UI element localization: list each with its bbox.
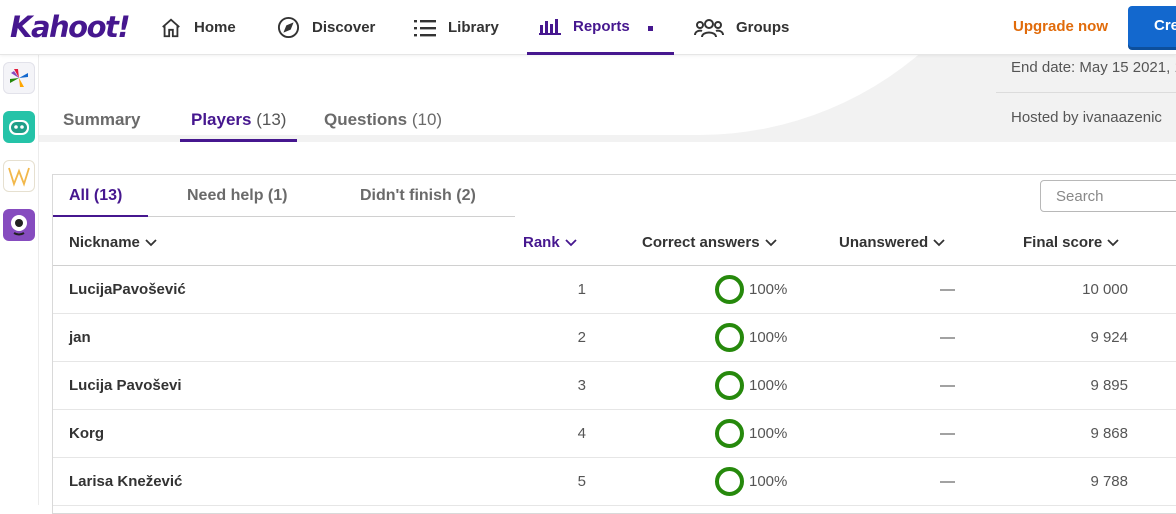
player-rank: 3	[577, 377, 586, 394]
player-nickname: Larisa Knežević	[69, 473, 183, 490]
nav-groups-label: Groups	[736, 19, 790, 36]
table-header: Nickname Rank Correct answers Unanswered…	[53, 219, 1176, 266]
col-score-label: Final score	[1023, 234, 1103, 251]
tab-summary[interactable]: Summary	[63, 110, 140, 130]
player-filter-tabs: All (13) Need help (1) Didn't finish (2)	[53, 175, 515, 217]
nav-discover[interactable]: Discover	[277, 0, 375, 55]
correct-percent: 100%	[749, 425, 788, 442]
player-rank: 4	[577, 425, 586, 442]
kahoot-logo[interactable]: Kahoot!	[10, 10, 131, 44]
col-correct-answers[interactable]: Correct answers	[642, 234, 777, 251]
nav-reports-label: Reports	[573, 17, 630, 35]
correct-ring-icon	[715, 371, 744, 400]
player-rank: 2	[577, 329, 586, 346]
filter-all[interactable]: All (13)	[53, 175, 148, 217]
final-score: 10 000	[1082, 281, 1128, 298]
compass-icon	[277, 16, 300, 39]
col-rank-label: Rank	[523, 234, 560, 251]
correct-percent: 100%	[749, 377, 788, 394]
header-divider	[996, 92, 1176, 93]
top-nav: Kahoot! Home Discover Library Reports Gr…	[0, 0, 1176, 55]
chevron-down-icon	[933, 234, 945, 251]
table-row[interactable]: jan 2 100% — 9 924	[53, 314, 1176, 362]
col-unanswered[interactable]: Unanswered	[839, 234, 945, 251]
col-unanswered-label: Unanswered	[839, 234, 929, 251]
players-panel: All (13) Need help (1) Didn't finish (2)…	[52, 174, 1176, 514]
unanswered-count: —	[940, 473, 955, 490]
people-icon	[694, 18, 724, 38]
final-score: 9 868	[1090, 425, 1128, 442]
nav-groups[interactable]: Groups	[694, 0, 789, 55]
monster-app-icon[interactable]	[3, 209, 35, 241]
player-nickname: Lucija Pavoševi	[69, 377, 182, 394]
tab-players-label: Players	[191, 110, 252, 129]
hosted-by: Hosted by ivanaazenic	[1011, 109, 1162, 126]
bar-chart-icon	[539, 17, 561, 35]
player-rank: 5	[577, 473, 586, 490]
chevron-down-icon	[1107, 234, 1119, 251]
player-nickname: Korg	[69, 425, 104, 442]
nav-reports[interactable]: Reports	[527, 0, 674, 55]
col-rank[interactable]: Rank	[523, 234, 577, 251]
final-score: 9 895	[1090, 377, 1128, 394]
correct-percent: 100%	[749, 329, 788, 346]
search-input[interactable]	[1040, 180, 1176, 212]
player-nickname: LucijaPavošević	[69, 281, 186, 298]
tab-questions-count: (10)	[411, 110, 443, 129]
table-row[interactable]: Korg 4 100% — 9 868	[53, 410, 1176, 458]
col-nickname[interactable]: Nickname	[69, 234, 157, 251]
tab-summary-label: Summary	[63, 110, 141, 129]
correct-percent: 100%	[749, 281, 788, 298]
nav-home-label: Home	[194, 19, 236, 36]
chevron-down-icon	[145, 234, 157, 251]
correct-percent: 100%	[749, 473, 788, 490]
w-app-icon[interactable]	[3, 160, 35, 192]
player-rank: 1	[577, 281, 586, 298]
unanswered-count: —	[940, 425, 955, 442]
col-correct-label: Correct answers	[642, 234, 760, 251]
correct-ring-icon	[715, 275, 744, 304]
correct-ring-icon	[715, 419, 744, 448]
create-button[interactable]: Cre	[1128, 6, 1176, 47]
home-icon	[160, 17, 182, 39]
chevron-down-icon	[764, 234, 777, 251]
unanswered-count: —	[940, 329, 955, 346]
table-row[interactable]: LucijaPavošević 1 100% — 10 000	[53, 266, 1176, 314]
player-nickname: jan	[69, 329, 91, 346]
table-row[interactable]: Larisa Knežević 5 100% — 9 788	[53, 458, 1176, 506]
end-date: End date: May 15 2021, 1	[1011, 59, 1176, 76]
nav-home[interactable]: Home	[160, 0, 236, 55]
col-nickname-label: Nickname	[69, 234, 140, 251]
tab-players-count: (13)	[256, 110, 287, 129]
correct-ring-icon	[715, 323, 744, 352]
tab-players[interactable]: Players (13)	[180, 110, 298, 142]
table-row[interactable]: Lucija Pavoševi 3 100% — 9 895	[53, 362, 1176, 410]
col-final-score[interactable]: Final score	[1023, 234, 1119, 251]
nav-library-label: Library	[448, 19, 499, 36]
tab-questions[interactable]: Questions (10)	[324, 110, 442, 130]
nav-library[interactable]: Library	[414, 0, 499, 55]
filter-need-help[interactable]: Need help (1)	[187, 187, 287, 205]
nav-discover-label: Discover	[312, 19, 376, 36]
correct-ring-icon	[715, 467, 744, 496]
final-score: 9 924	[1090, 329, 1128, 346]
pinwheel-app-icon[interactable]	[3, 62, 35, 94]
unanswered-count: —	[940, 281, 955, 298]
final-score: 9 788	[1090, 473, 1128, 490]
filter-didnt-finish[interactable]: Didn't finish (2)	[360, 187, 476, 205]
tab-questions-label: Questions	[324, 110, 408, 129]
app-rail	[0, 55, 39, 505]
notification-dot	[647, 25, 653, 31]
robot-app-icon[interactable]	[3, 111, 35, 143]
upgrade-now-link[interactable]: Upgrade now	[1013, 18, 1108, 35]
list-icon	[414, 18, 436, 38]
chevron-down-icon	[565, 234, 577, 251]
unanswered-count: —	[940, 377, 955, 394]
